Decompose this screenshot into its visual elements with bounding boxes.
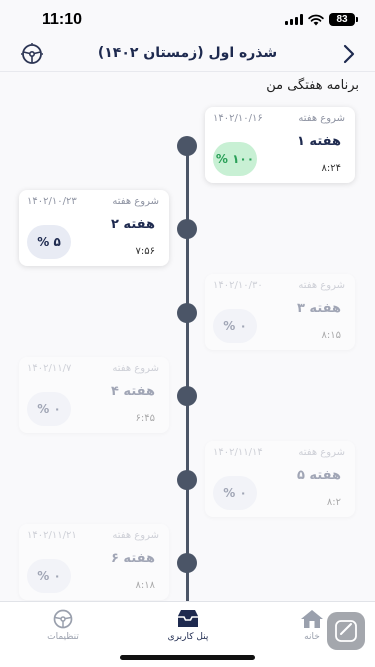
timeline-dot-2 [177, 219, 197, 239]
week-start-date: ۱۴۰۲/۱۰/۲۳ [27, 196, 77, 207]
header: شذره اول (زمستان ۱۴۰۲) [0, 40, 375, 72]
week-card-3[interactable]: شروع هفته ۱۴۰۲/۱۰/۳۰ هفته ۳ ۸:۱۵ ۰ % [205, 274, 355, 350]
week-title: هفته ۱ [296, 134, 341, 149]
week-start-date: ۱۴۰۲/۱۰/۱۶ [213, 113, 263, 124]
home-indicator [120, 655, 255, 660]
tab-settings[interactable]: تنظیمات [18, 608, 108, 642]
week-duration: ۸:۲۴ [321, 163, 341, 174]
week-duration: ۸:۲ [326, 497, 341, 508]
week-start-label: شروع هفته [112, 196, 159, 207]
timeline-dot-4 [177, 386, 197, 406]
app-icon [335, 620, 357, 642]
settings-icon [53, 609, 73, 629]
week-title: هفته ۶ [110, 551, 155, 566]
wifi-icon [308, 14, 324, 25]
timeline-dot-3 [177, 303, 197, 323]
week-start-date: ۱۴۰۲/۱۱/۷ [27, 363, 72, 374]
week-title: هفته ۴ [110, 384, 155, 399]
signal-icon [285, 14, 303, 25]
home-icon [301, 610, 323, 628]
battery-indicator: 83 [329, 13, 358, 26]
week-start-label: شروع هفته [298, 280, 345, 291]
week-start-date: ۱۴۰۲/۱۰/۳۰ [213, 280, 263, 291]
week-start-label: شروع هفته [112, 530, 159, 541]
tab-settings-label: تنظیمات [47, 632, 79, 642]
week-card-2[interactable]: شروع هفته ۱۴۰۲/۱۰/۲۳ هفته ۲ ۷:۵۶ ۵ % [19, 190, 169, 266]
chevron-right-icon[interactable] [339, 43, 359, 65]
status-bar: 11:10 83 [0, 0, 375, 40]
week-progress-badge: ۰ % [213, 309, 257, 343]
week-title: هفته ۵ [296, 468, 341, 483]
week-duration: ۷:۵۶ [135, 246, 155, 257]
week-title: هفته ۳ [296, 301, 341, 316]
week-card-4[interactable]: شروع هفته ۱۴۰۲/۱۱/۷ هفته ۴ ۶:۴۵ ۰ % [19, 357, 169, 433]
week-duration: ۸:۱۸ [135, 580, 155, 591]
week-card-1[interactable]: شروع هفته ۱۴۰۲/۱۰/۱۶ هفته ۱ ۸:۲۴ ۱۰۰ % [205, 107, 355, 183]
week-progress-badge: ۰ % [213, 476, 257, 510]
week-progress-badge: ۰ % [27, 392, 71, 426]
timeline-dot-6 [177, 553, 197, 573]
assistive-touch-button[interactable] [327, 612, 365, 650]
week-start-label: شروع هفته [298, 447, 345, 458]
week-card-6[interactable]: شروع هفته ۱۴۰۲/۱۱/۲۱ هفته ۶ ۸:۱۸ ۰ % [19, 524, 169, 600]
timeline-dot-5 [177, 470, 197, 490]
week-start-date: ۱۴۰۲/۱۱/۲۱ [27, 530, 77, 541]
tab-user-panel[interactable]: پنل کاربری [143, 608, 233, 642]
tab-user-panel-label: پنل کاربری [167, 632, 209, 642]
week-duration: ۶:۴۵ [135, 413, 155, 424]
week-card-5[interactable]: شروع هفته ۱۴۰۲/۱۱/۱۴ هفته ۵ ۸:۲ ۰ % [205, 441, 355, 517]
status-icons: 83 [285, 13, 358, 26]
timeline-line [186, 140, 189, 605]
week-start-label: شروع هفته [112, 363, 159, 374]
week-duration: ۸:۱۵ [321, 330, 341, 341]
week-progress-badge: ۰ % [27, 559, 71, 593]
week-progress-badge: ۵ % [27, 225, 71, 259]
status-time: 11:10 [42, 11, 83, 28]
page-title: شذره اول (زمستان ۱۴۰۲) [97, 45, 278, 61]
week-progress-badge: ۱۰۰ % [213, 142, 257, 176]
week-start-label: شروع هفته [298, 113, 345, 124]
week-title: هفته ۲ [110, 217, 155, 232]
week-start-date: ۱۴۰۲/۱۱/۱۴ [213, 447, 263, 458]
inbox-tray-icon [178, 610, 198, 627]
timeline-dot-1 [177, 136, 197, 156]
section-title: برنامه هفتگی من [266, 78, 359, 93]
